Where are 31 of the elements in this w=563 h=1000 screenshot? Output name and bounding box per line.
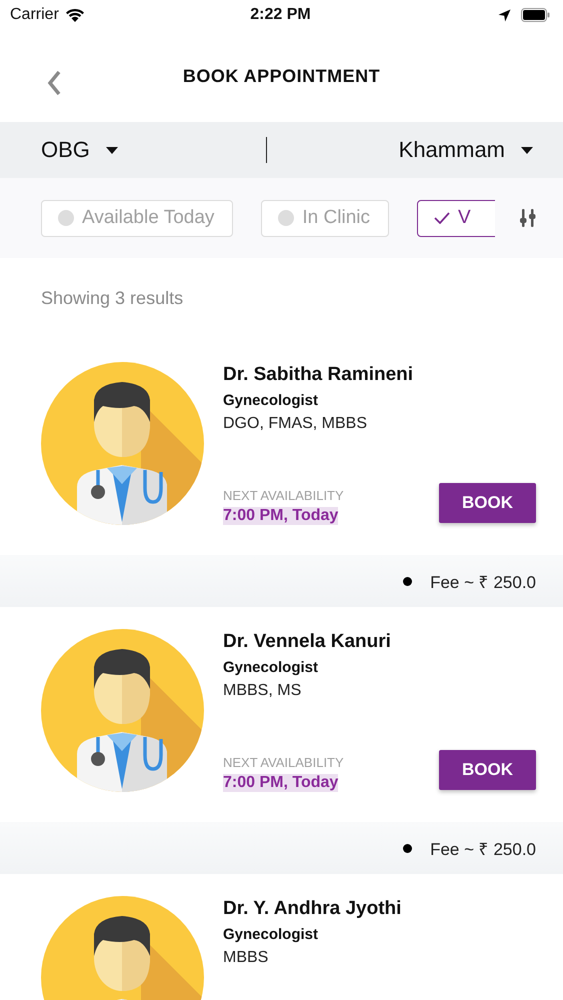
doctor-name: Dr. Sabitha Ramineni xyxy=(223,364,414,386)
fee-text: Fee ~ ₹ 250.0 xyxy=(430,572,536,592)
wifi-icon xyxy=(64,8,85,22)
doctor-specialty: Gynecologist xyxy=(223,926,320,943)
specialty-dropdown[interactable]: OBG xyxy=(41,137,118,163)
availability-time: 7:00 PM, Today xyxy=(223,507,338,525)
bullet-icon xyxy=(403,844,412,852)
doctor-name: Dr. Y. Andhra Jyothi xyxy=(223,898,402,920)
availability-label: NEXT AVAILABILITY xyxy=(223,488,344,503)
page-title: BOOK APPOINTMENT xyxy=(182,66,380,86)
doctor-name: Dr. Vennela Kanuri xyxy=(223,631,392,653)
doctor-degrees: MBBS, MS xyxy=(223,682,302,700)
results-count: Showing 3 results xyxy=(40,287,184,310)
availability-time: 7:00 PM, Today xyxy=(223,774,338,792)
availability-label: NEXT AVAILABILITY xyxy=(223,755,344,770)
doctor-degrees: DGO, FMAS, MBBS xyxy=(223,415,368,433)
doctor-specialty: Gynecologist xyxy=(223,392,320,409)
doctor-specialty: Gynecologist xyxy=(223,659,320,676)
city-dropdown[interactable]: Khammam xyxy=(398,137,533,163)
carrier-label: Carrier xyxy=(10,6,59,24)
filter-chip[interactable]: V xyxy=(416,200,495,236)
check-icon xyxy=(434,212,450,224)
filter-settings-icon[interactable] xyxy=(519,208,537,228)
book-button[interactable]: BOOK xyxy=(439,750,536,790)
location-arrow-icon xyxy=(498,8,511,22)
battery-icon xyxy=(521,8,551,22)
doctor-degrees: MBBS xyxy=(223,949,270,967)
status-time: 2:22 PM xyxy=(250,6,311,24)
bullet-icon xyxy=(403,576,412,586)
book-button[interactable]: BOOK xyxy=(439,483,536,523)
fee-text: Fee ~ ₹ 250.0 xyxy=(430,838,536,860)
